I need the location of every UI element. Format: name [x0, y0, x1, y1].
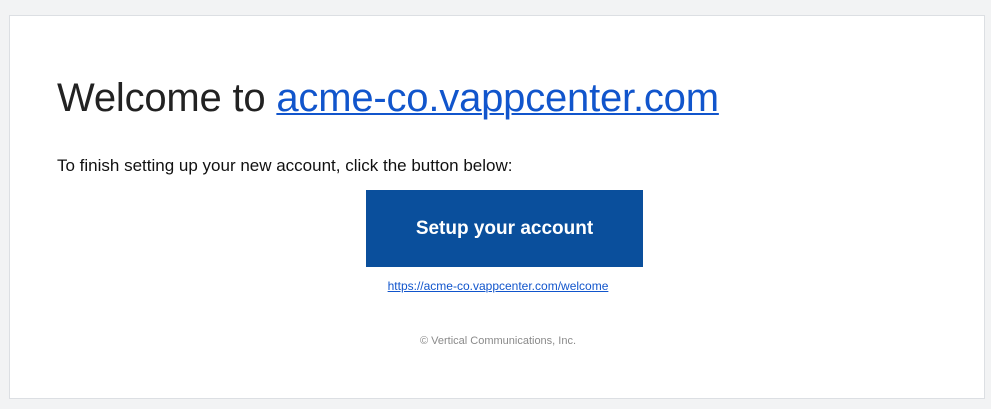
- welcome-url-link[interactable]: https://acme-co.vappcenter.com/welcome: [388, 279, 609, 293]
- welcome-headline: Welcome to acme-co.vappcenter.com: [57, 74, 719, 122]
- setup-account-button[interactable]: Setup your account: [366, 190, 643, 267]
- copyright-footer: © Vertical Communications, Inc.: [419, 335, 577, 347]
- domain-link[interactable]: acme-co.vappcenter.com: [276, 76, 719, 120]
- email-card: Welcome to acme-co.vappcenter.com To fin…: [9, 15, 985, 399]
- headline-prefix: Welcome to: [57, 76, 277, 120]
- intro-text: To finish setting up your new account, c…: [57, 156, 513, 175]
- welcome-url-row: https://acme-co.vappcenter.com/welcome: [10, 278, 986, 294]
